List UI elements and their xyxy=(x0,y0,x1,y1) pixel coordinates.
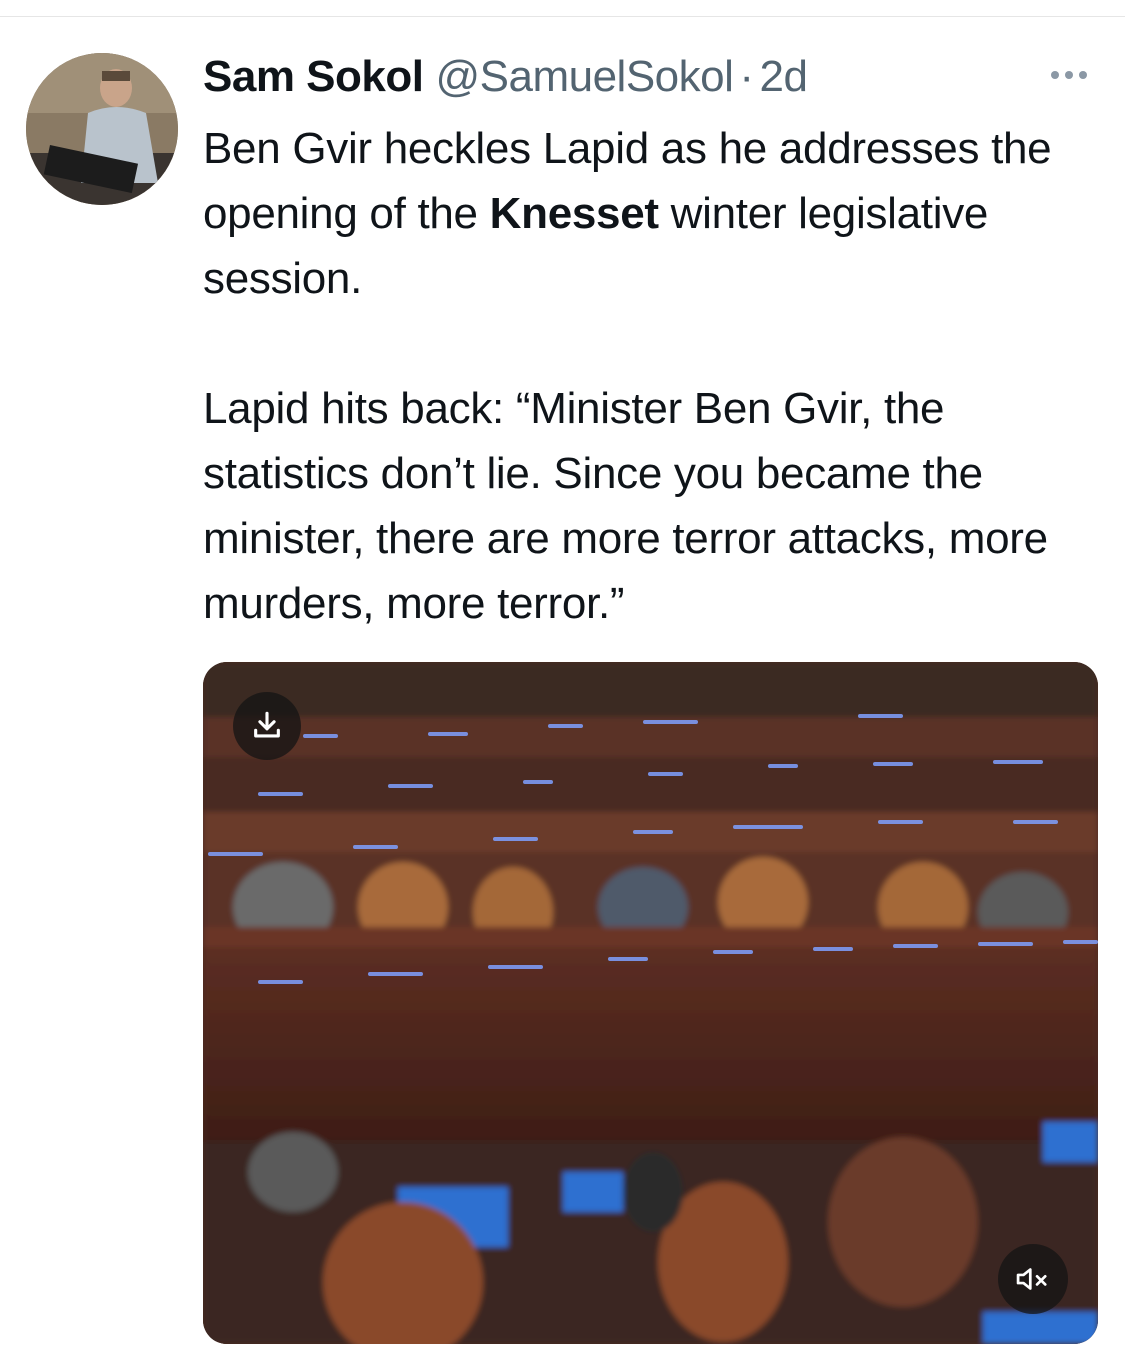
avatar[interactable] xyxy=(26,53,178,205)
tweet-timestamp[interactable]: 2d xyxy=(760,52,808,102)
tweet-header: Sam Sokol @SamuelSokol · 2d xyxy=(203,52,808,104)
top-divider xyxy=(0,16,1125,17)
download-button[interactable] xyxy=(233,692,301,760)
unmute-button[interactable] xyxy=(998,1244,1068,1314)
tweet-paragraph-2: Lapid hits back: “Minister Ben Gvir, the… xyxy=(203,384,1048,628)
video-player[interactable] xyxy=(203,662,1098,1344)
avatar-image xyxy=(26,53,178,205)
tweet-text: Ben Gvir heckles Lapid as he addresses t… xyxy=(203,116,1103,636)
dot xyxy=(1065,71,1073,79)
header-separator: · xyxy=(739,52,754,101)
dot xyxy=(1051,71,1059,79)
download-icon xyxy=(254,711,280,738)
video-frame xyxy=(203,662,1098,1344)
tweet-paragraph-1: Ben Gvir heckles Lapid as he addresses t… xyxy=(203,116,1103,311)
author-name[interactable]: Sam Sokol xyxy=(203,52,424,102)
tweet-text-bold: Knesset xyxy=(489,189,659,238)
muted-speaker-icon xyxy=(1016,1268,1047,1290)
dot xyxy=(1079,71,1087,79)
more-horizontal-icon[interactable] xyxy=(1045,60,1093,90)
author-handle[interactable]: @SamuelSokol xyxy=(435,52,733,102)
